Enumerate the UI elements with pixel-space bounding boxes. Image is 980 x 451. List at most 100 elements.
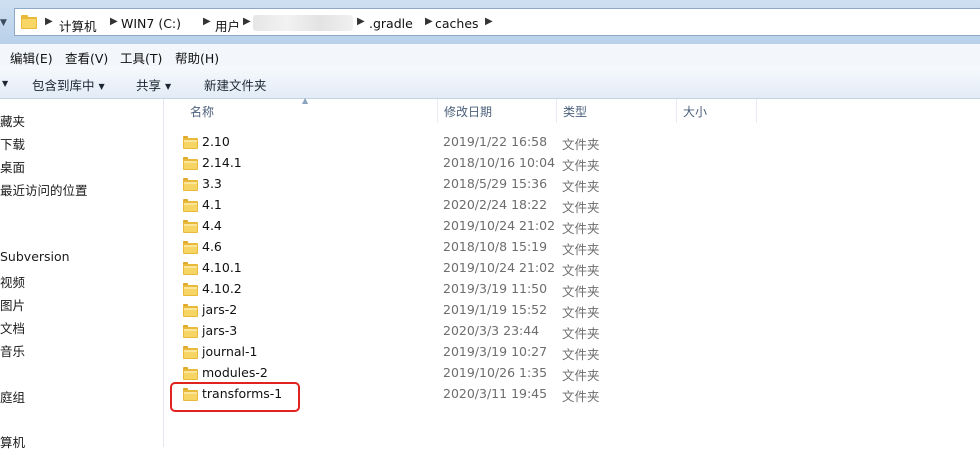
include-in-library-button[interactable]: 包含到库中 ▼	[32, 75, 105, 94]
folder-icon	[183, 220, 198, 233]
file-name[interactable]: 2.10	[202, 134, 230, 149]
menu-tools[interactable]: 工具(T)	[120, 48, 162, 67]
file-row[interactable]: 4.4 2019/10/24 21:02 文件夹	[164, 216, 980, 237]
toolbar-edge-caret[interactable]: ▼	[0, 75, 8, 90]
file-name[interactable]: 4.1	[202, 197, 222, 212]
folder-icon	[183, 283, 198, 296]
breadcrumb-users[interactable]: 用户	[215, 16, 240, 35]
file-row[interactable]: 4.10.2 2019/3/19 11:50 文件夹	[164, 279, 980, 300]
chevron-down-icon: ▼	[165, 82, 172, 91]
file-date-modified: 2018/5/29 15:36	[443, 176, 548, 191]
file-name[interactable]: modules-2	[202, 365, 268, 380]
file-date-modified: 2019/3/19 10:27	[443, 344, 548, 359]
navigation-pane: 藏夹 下载 桌面 最近访问的位置 Subversion 视频 图片 文档 音乐 …	[0, 99, 164, 450]
file-date-modified: 2018/10/8 15:19	[443, 239, 548, 254]
file-date-modified: 2019/10/26 1:35	[443, 365, 548, 380]
file-name[interactable]: 4.10.1	[202, 260, 242, 275]
new-folder-button[interactable]: 新建文件夹	[204, 75, 267, 94]
menu-bar: 编辑(E) 查看(V) 工具(T) 帮助(H)	[0, 44, 980, 67]
nav-item-pictures[interactable]: 图片	[0, 295, 25, 314]
file-name[interactable]: 4.6	[202, 239, 222, 254]
nav-item-computer[interactable]: 算机	[0, 432, 25, 451]
nav-item-music[interactable]: 音乐	[0, 341, 25, 360]
file-type: 文件夹	[562, 179, 600, 194]
file-name[interactable]: jars-2	[202, 302, 237, 317]
nav-item-homegroup[interactable]: 庭组	[0, 387, 25, 406]
file-name[interactable]: 4.4	[202, 218, 222, 233]
file-row[interactable]: 2.10 2019/1/22 16:58 文件夹	[164, 132, 980, 153]
folder-icon	[183, 304, 198, 317]
file-type: 文件夹	[562, 305, 600, 320]
breadcrumb-drive[interactable]: WIN7 (C:)	[121, 16, 181, 31]
file-type: 文件夹	[562, 137, 600, 152]
share-button[interactable]: 共享 ▼	[136, 75, 171, 94]
breadcrumb-computer[interactable]: 计算机	[59, 16, 97, 35]
chevron-right-icon[interactable]: ▶	[357, 16, 365, 27]
chevron-right-icon[interactable]: ▶	[45, 16, 53, 27]
folder-icon	[183, 136, 198, 149]
file-type: 文件夹	[562, 242, 600, 257]
chevron-right-icon[interactable]: ▶	[243, 16, 251, 27]
folder-icon	[183, 241, 198, 254]
file-name[interactable]: 4.10.2	[202, 281, 242, 296]
column-header-size[interactable]: 大小	[677, 99, 757, 123]
nav-item-subversion[interactable]: Subversion	[0, 249, 70, 264]
breadcrumb-gradle[interactable]: .gradle	[369, 16, 413, 31]
file-date-modified: 2019/1/19 15:52	[443, 302, 548, 317]
file-row[interactable]: 4.10.1 2019/10/24 21:02 文件夹	[164, 258, 980, 279]
file-name[interactable]: 2.14.1	[202, 155, 242, 170]
file-row[interactable]: modules-2 2019/10/26 1:35 文件夹	[164, 363, 980, 384]
recent-pages-dropdown-icon[interactable]: ▼	[0, 18, 7, 28]
file-type: 文件夹	[562, 284, 600, 299]
chevron-right-icon[interactable]: ▶	[425, 16, 433, 27]
file-type: 文件夹	[562, 368, 600, 383]
file-type: 文件夹	[562, 347, 600, 362]
nav-item-favorites[interactable]: 藏夹	[0, 111, 25, 130]
nav-item-documents[interactable]: 文档	[0, 318, 25, 337]
file-date-modified: 2019/1/22 16:58	[443, 134, 548, 149]
file-row[interactable]: 4.1 2020/2/24 18:22 文件夹	[164, 195, 980, 216]
file-date-modified: 2020/3/3 23:44	[443, 323, 540, 338]
nav-item-downloads[interactable]: 下载	[0, 134, 25, 153]
redacted-username	[253, 15, 353, 31]
nav-item-recent-places[interactable]: 最近访问的位置	[0, 180, 88, 199]
file-row[interactable]: journal-1 2019/3/19 10:27 文件夹	[164, 342, 980, 363]
menu-view[interactable]: 查看(V)	[65, 48, 108, 67]
command-toolbar: ▼ 包含到库中 ▼ 共享 ▼ 新建文件夹	[0, 66, 980, 99]
folder-icon	[183, 262, 198, 275]
column-header-type[interactable]: 类型	[557, 99, 677, 123]
folder-icon	[183, 325, 198, 338]
file-row[interactable]: 2.14.1 2018/10/16 10:04 文件夹	[164, 153, 980, 174]
file-date-modified: 2020/2/24 18:22	[443, 197, 548, 212]
menu-help[interactable]: 帮助(H)	[175, 48, 219, 67]
file-date-modified: 2019/3/19 11:50	[443, 281, 548, 296]
file-date-modified: 2020/3/11 19:45	[443, 386, 548, 401]
column-header-name[interactable]: 名称	[184, 99, 438, 123]
address-bar[interactable]: ▶ 计算机 ▶ WIN7 (C:) ▶ 用户 ▶ ▶ .gradle ▶ cac…	[14, 8, 980, 36]
file-row[interactable]: 3.3 2018/5/29 15:36 文件夹	[164, 174, 980, 195]
file-row[interactable]: 4.6 2018/10/8 15:19 文件夹	[164, 237, 980, 258]
file-type: 文件夹	[562, 389, 600, 404]
file-type: 文件夹	[562, 158, 600, 173]
file-date-modified: 2019/10/24 21:02	[443, 218, 556, 233]
nav-item-videos[interactable]: 视频	[0, 272, 25, 291]
file-name[interactable]: jars-3	[202, 323, 237, 338]
chevron-right-icon[interactable]: ▶	[203, 16, 211, 27]
file-type: 文件夹	[562, 263, 600, 278]
file-row[interactable]: jars-2 2019/1/19 15:52 文件夹	[164, 300, 980, 321]
folder-icon	[21, 15, 37, 29]
address-bar-region: ▼ ▶ 计算机 ▶ WIN7 (C:) ▶ 用户 ▶ ▶ .gradle ▶ c…	[0, 0, 980, 44]
folder-icon	[183, 178, 198, 191]
chevron-right-icon[interactable]: ▶	[110, 16, 118, 27]
breadcrumb-caches[interactable]: caches	[435, 16, 479, 31]
file-type: 文件夹	[562, 326, 600, 341]
file-row[interactable]: jars-3 2020/3/3 23:44 文件夹	[164, 321, 980, 342]
chevron-down-icon: ▼	[98, 82, 105, 91]
chevron-right-icon[interactable]: ▶	[485, 16, 493, 27]
file-date-modified: 2019/10/24 21:02	[443, 260, 556, 275]
file-name[interactable]: 3.3	[202, 176, 222, 191]
file-name[interactable]: journal-1	[202, 344, 257, 359]
nav-item-desktop[interactable]: 桌面	[0, 157, 25, 176]
menu-edit[interactable]: 编辑(E)	[10, 48, 53, 67]
column-header-date-modified[interactable]: 修改日期	[438, 99, 557, 123]
